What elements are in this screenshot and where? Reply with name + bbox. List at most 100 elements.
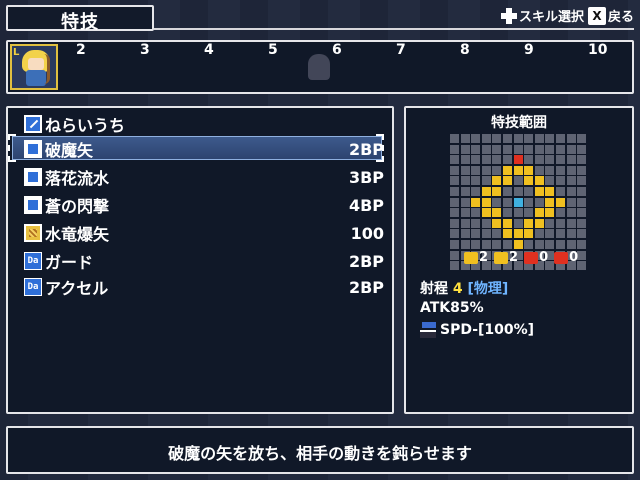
range-cell xyxy=(471,197,481,207)
range-stat: 射程 4 [物理] xyxy=(420,278,508,298)
party-slot-8[interactable]: 8 xyxy=(460,42,470,58)
element-value: 2 xyxy=(509,250,519,265)
range-cell xyxy=(534,155,544,165)
range-cell xyxy=(577,134,587,143)
range-cell xyxy=(524,187,534,196)
range-cell xyxy=(524,240,534,249)
range-cell xyxy=(471,176,481,186)
hint-back[interactable]: X 戻る xyxy=(587,6,634,25)
party-slot-2[interactable]: 2 xyxy=(76,42,86,58)
range-cell xyxy=(492,229,502,239)
range-cell xyxy=(556,218,565,228)
range-cell xyxy=(534,144,544,154)
party-slot-10[interactable]: 10 xyxy=(588,42,607,58)
element-3: 0 xyxy=(524,250,548,265)
range-cell xyxy=(492,197,502,207)
skill-item-5[interactable]: Da ガード 2BP xyxy=(24,249,384,273)
range-label: 射程 xyxy=(420,281,448,297)
skill-item-2[interactable]: 落花流水 3BP xyxy=(24,165,384,189)
skill-category: ねらいうち xyxy=(24,112,384,136)
party-slot-9[interactable]: 9 xyxy=(524,42,534,58)
range-cell xyxy=(460,144,470,154)
atk-stat: ATK85% xyxy=(420,300,484,316)
range-cell xyxy=(450,218,459,228)
range-cell xyxy=(481,208,491,218)
range-cell xyxy=(503,187,512,196)
range-type: [物理] xyxy=(467,281,509,297)
yellow-up-icon xyxy=(464,251,478,264)
range-cell xyxy=(534,165,544,175)
range-cell xyxy=(566,187,576,196)
range-cell xyxy=(471,144,481,154)
title-underline xyxy=(154,28,634,30)
range-cell xyxy=(492,144,502,154)
element-4: 0 xyxy=(554,250,578,265)
description-panel: 破魔の矢を放ち、相手の動きを鈍らせます xyxy=(6,426,634,474)
title-box: 特技 xyxy=(6,5,154,33)
element-row: 2 2 0 0 xyxy=(464,250,584,265)
dpad-icon xyxy=(500,7,518,25)
range-cell xyxy=(503,155,512,165)
range-cell xyxy=(556,197,565,207)
range-cell xyxy=(513,155,523,165)
range-cell xyxy=(460,218,470,228)
range-cell xyxy=(577,240,587,249)
range-cell xyxy=(503,229,512,239)
party-slot-1[interactable]: L xyxy=(10,44,58,90)
range-value: 4 xyxy=(452,281,463,297)
da-icon: Da xyxy=(24,252,42,270)
skill-cost: 2BP xyxy=(348,139,384,159)
range-cell xyxy=(534,176,544,186)
range-cell xyxy=(556,229,565,239)
leader-badge: L xyxy=(13,47,20,58)
range-cell xyxy=(450,208,459,218)
party-slot-4[interactable]: 4 xyxy=(204,42,214,58)
range-cell xyxy=(566,134,576,143)
range-cell xyxy=(450,240,459,249)
skill-name: 落花流水 xyxy=(45,169,110,188)
range-cell xyxy=(545,165,555,175)
character-portrait-icon xyxy=(20,50,52,88)
range-cell xyxy=(450,176,459,186)
range-cell xyxy=(460,134,470,143)
range-cell xyxy=(534,134,544,143)
hint-select-skill[interactable]: スキル選択 xyxy=(500,6,584,25)
range-cell xyxy=(492,218,502,228)
red-down-icon xyxy=(554,251,569,264)
range-cell xyxy=(503,165,512,175)
skill-item-4[interactable]: 水竜爆矢 100 xyxy=(24,221,384,245)
skill-item-6[interactable]: Da アクセル 2BP xyxy=(24,275,384,299)
skill-name: アクセル xyxy=(45,279,109,298)
range-cell xyxy=(460,155,470,165)
skill-item-3[interactable]: 蒼の閃撃 4BP xyxy=(24,193,384,217)
range-cell xyxy=(513,165,523,175)
range-cell xyxy=(577,155,587,165)
range-cell xyxy=(545,134,555,143)
skill-item-1[interactable]: 破魔矢 2BP xyxy=(24,137,384,161)
range-cell xyxy=(545,187,555,196)
range-cell xyxy=(566,208,576,218)
range-cell xyxy=(577,218,587,228)
range-cell xyxy=(545,229,555,239)
range-cell xyxy=(471,155,481,165)
range-cell xyxy=(471,229,481,239)
range-cell xyxy=(460,240,470,249)
range-cell xyxy=(481,187,491,196)
range-cell xyxy=(450,134,459,143)
party-slot-3[interactable]: 3 xyxy=(140,42,150,58)
element-value: 2 xyxy=(479,250,489,265)
skill-cost: 4BP xyxy=(348,195,384,215)
skill-cost: 100 xyxy=(350,223,384,243)
hint-back-label: 戻る xyxy=(607,10,634,25)
range-cell xyxy=(566,144,576,154)
skill-category-name: ねらいうち xyxy=(45,116,126,135)
party-slot-5[interactable]: 5 xyxy=(268,42,278,58)
range-cell xyxy=(460,208,470,218)
party-slot-7[interactable]: 7 xyxy=(396,42,406,58)
gold-skill-icon xyxy=(24,224,42,242)
range-cell xyxy=(481,155,491,165)
range-cell xyxy=(545,218,555,228)
range-cell xyxy=(471,208,481,218)
range-cell xyxy=(545,208,555,218)
range-cell xyxy=(460,187,470,196)
